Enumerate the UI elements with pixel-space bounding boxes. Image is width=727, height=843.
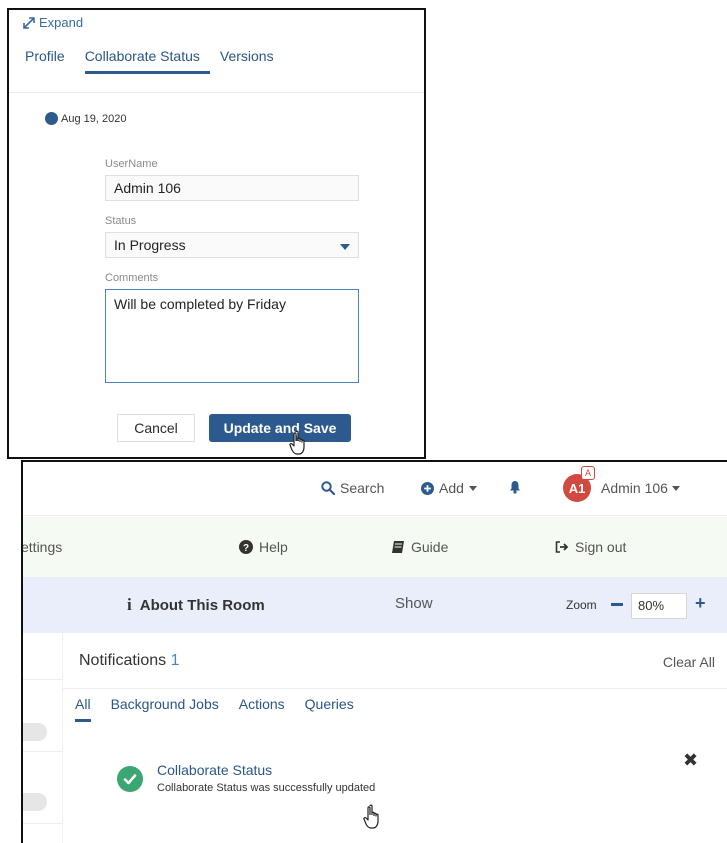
tab-profile[interactable]: Profile <box>25 48 75 74</box>
toggle-switch[interactable] <box>23 793 47 811</box>
notifications-header: Notifications 1 <box>79 652 180 670</box>
notifications-count: 1 <box>170 652 180 669</box>
status-select[interactable]: In Progress <box>105 232 359 258</box>
zoom-out-icon[interactable] <box>611 603 623 606</box>
notification-description: Collaborate Status was successfully upda… <box>157 782 376 794</box>
show-button[interactable]: Show <box>395 595 433 612</box>
info-icon: i <box>127 595 132 614</box>
user-menu[interactable]: Admin 106 <box>601 480 680 496</box>
status-value: In Progress <box>114 237 186 253</box>
avatar-badge: A <box>581 466 595 480</box>
book-icon <box>392 541 404 553</box>
notifications-title: Notifications <box>79 652 167 669</box>
hand-cursor-icon <box>363 804 379 829</box>
settings-label: ettings <box>21 539 63 555</box>
sign-out-label: Sign out <box>575 539 627 555</box>
username-field[interactable]: Admin 106 <box>105 175 359 201</box>
help-icon: ? <box>239 540 253 554</box>
expand-icon <box>23 16 35 29</box>
zoom-in-icon[interactable]: + <box>695 593 706 614</box>
dialog-tabs: Profile Collaborate Status Versions <box>25 48 294 74</box>
collaborate-form: UserName Admin 106 Status In Progress Co… <box>105 158 361 388</box>
add-label: Add <box>439 480 464 496</box>
sign-out-link[interactable]: Sign out <box>555 539 626 555</box>
sign-out-icon <box>555 541 569 553</box>
add-menu-button[interactable]: Add <box>421 480 477 496</box>
cancel-button[interactable]: Cancel <box>117 414 195 442</box>
guide-label: Guide <box>411 539 449 555</box>
guide-link[interactable]: Guide <box>391 539 448 555</box>
notification-item[interactable]: Collaborate Status Collaborate Status wa… <box>117 762 375 794</box>
notifications-divider <box>63 688 727 689</box>
notification-title[interactable]: Collaborate Status <box>157 762 375 778</box>
chevron-down-icon <box>340 244 350 250</box>
expand-link[interactable]: Expand <box>23 15 83 30</box>
collaborate-dialog: Expand Profile Collaborate Status Versio… <box>7 8 426 459</box>
check-circle-icon <box>117 766 143 792</box>
svg-text:?: ? <box>243 543 249 554</box>
search-icon <box>321 481 335 495</box>
timeline-date: Aug 19, 2020 <box>61 112 127 125</box>
status-label: Status <box>105 215 137 227</box>
top-navbar: Search Add A1 A Admin 106 <box>23 462 727 516</box>
close-icon[interactable]: ✖ <box>683 750 698 771</box>
user-name: Admin 106 <box>601 480 668 496</box>
clear-all-button[interactable]: Clear All <box>663 654 715 670</box>
username-label: UserName <box>105 158 158 170</box>
tab-background-jobs[interactable]: Background Jobs <box>111 696 229 722</box>
toggle-switch[interactable] <box>23 723 47 741</box>
room-bar: i About This Room Show Zoom 80% + <box>23 577 727 633</box>
help-label: Help <box>259 539 288 555</box>
chevron-down-icon <box>671 485 680 491</box>
link-bar: ettings ? Help Guide Sign out <box>23 517 727 577</box>
comments-textarea[interactable]: Will be completed by Friday <box>105 289 359 383</box>
tab-actions[interactable]: Actions <box>239 696 295 722</box>
hand-cursor-icon <box>289 430 305 455</box>
timeline-dot-icon <box>45 112 58 125</box>
left-column <box>23 633 63 843</box>
left-row <box>23 680 63 752</box>
tab-versions[interactable]: Versions <box>220 48 284 74</box>
search-label: Search <box>340 480 385 496</box>
expand-label: Expand <box>39 15 84 30</box>
zoom-input[interactable]: 80% <box>631 593 687 619</box>
about-room-button[interactable]: i About This Room <box>127 595 265 615</box>
tab-all[interactable]: All <box>75 696 101 722</box>
left-row <box>23 633 63 680</box>
tab-queries[interactable]: Queries <box>305 696 364 722</box>
left-row <box>23 752 63 824</box>
help-link[interactable]: ? Help <box>239 539 288 555</box>
comments-label: Comments <box>105 272 159 284</box>
plus-circle-icon <box>421 481 434 495</box>
app-window: Search Add A1 A Admin 106 ettings ? Help… <box>21 460 727 843</box>
tabs-divider <box>9 92 424 93</box>
search-button[interactable]: Search <box>321 480 384 496</box>
zoom-label: Zoom <box>566 598 597 612</box>
about-label: About This Room <box>139 596 265 614</box>
settings-link[interactable]: ettings <box>21 539 63 555</box>
chevron-down-icon <box>468 485 477 491</box>
tab-collaborate-status[interactable]: Collaborate Status <box>84 48 211 74</box>
update-and-save-button[interactable]: Update and Save <box>209 414 351 442</box>
timeline-entry: Aug 19, 2020 <box>45 112 126 125</box>
dialog-actions: Cancel Update and Save <box>117 414 351 442</box>
bell-icon[interactable] <box>509 480 521 494</box>
notification-tabs: All Background Jobs Actions Queries <box>75 696 374 722</box>
